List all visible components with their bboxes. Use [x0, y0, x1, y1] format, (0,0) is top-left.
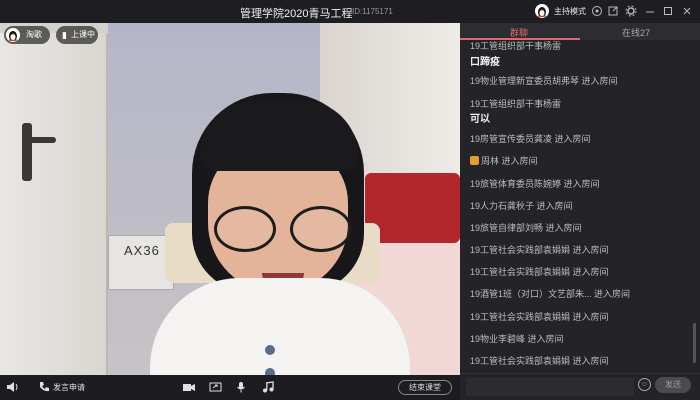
scene-door	[0, 33, 108, 375]
tab-online[interactable]: 在线27	[622, 26, 650, 39]
camera-icon[interactable]	[182, 381, 196, 396]
microphone-icon[interactable]	[236, 381, 246, 396]
chat-input-bar: ☺ 发送	[460, 373, 700, 400]
message-join: 19物业李碧峰 进入房间	[470, 334, 564, 344]
class-status-button[interactable]: ▮ 上课中	[56, 26, 98, 44]
gear-icon[interactable]	[625, 5, 637, 17]
message-join: 19工管社会实践部袁娟娟 进入房间	[470, 245, 609, 255]
fullscreen-icon[interactable]	[607, 5, 619, 17]
skin-icon[interactable]	[591, 5, 603, 17]
maximize-icon[interactable]	[662, 5, 674, 17]
control-bar: 发言申请 结束课堂	[0, 375, 460, 400]
video-feed[interactable]: AX36 淘歌 ▮ 上课中	[0, 23, 460, 375]
message-join: 19旅管自律部刘畅 进入房间	[470, 223, 582, 233]
shirt-button	[265, 345, 275, 355]
speak-request-button[interactable]: 发言申请	[53, 382, 85, 393]
message-join: 19工管社会实践部袁娟娟 进入房间	[470, 267, 609, 277]
message-join: 周林 进入房间	[470, 154, 538, 167]
router-label: AX36	[124, 243, 160, 258]
glasses-left-lens	[214, 206, 276, 252]
emoji-icon[interactable]: ☺	[638, 378, 651, 391]
screen-share-icon[interactable]	[209, 381, 222, 396]
message-join: 19物业管理新宣委员胡弗琴 进入房间	[470, 76, 618, 86]
chat-input[interactable]	[466, 378, 634, 396]
speaker-icon[interactable]	[6, 381, 19, 396]
close-icon[interactable]	[681, 5, 693, 17]
message-sender: 19工管组织部干事杨雷	[470, 41, 562, 51]
teacher-name: 淘歌	[26, 30, 42, 39]
music-icon[interactable]	[262, 381, 274, 396]
phone-icon[interactable]	[38, 381, 50, 396]
window-title: 管理学院2020青马工程	[240, 8, 353, 20]
message-list[interactable]: 19工管组织部干事杨雷 口蹄疫 19物业管理新宣委员胡弗琴 进入房间 19工管组…	[460, 40, 692, 375]
member-badge-icon	[470, 156, 479, 165]
chat-tabs: 群聊 在线27	[460, 23, 700, 40]
class-status-label: 上课中	[71, 30, 95, 39]
qq-penguin-icon[interactable]	[535, 4, 549, 18]
message-text: 周林 进入房间	[481, 156, 538, 166]
qq-penguin-icon	[6, 28, 20, 42]
message-content: 口蹄疫	[470, 57, 500, 68]
scene-door-handle	[22, 123, 32, 181]
message-join: 19旅管体育委员陈婉婷 进入房间	[470, 179, 600, 189]
message-join: 19酒管1班（对口）文艺部朱... 进入房间	[470, 289, 631, 299]
person-bangs	[200, 101, 358, 171]
teacher-badge[interactable]: 淘歌	[4, 26, 50, 44]
shirt-icon: ▮	[62, 30, 67, 40]
host-mode-label[interactable]: 主持模式	[554, 6, 586, 17]
message-join: 19人力石龚秋子 进入房间	[470, 201, 573, 211]
title-bar: 管理学院2020青马工程 ID:1175171 主持模式	[0, 0, 700, 23]
minimize-icon[interactable]	[644, 5, 656, 17]
chat-scrollbar[interactable]	[693, 323, 696, 363]
room-id: ID:1175171	[352, 7, 393, 16]
glasses-right-lens	[290, 206, 352, 252]
end-class-button[interactable]: 结束课堂	[398, 380, 452, 395]
message-content: 可以	[470, 114, 490, 125]
message-join: 19工管社会实践部袁娟娟 进入房间	[470, 312, 609, 322]
message-join: 19工管社会实践部袁娟娟 进入房间	[470, 356, 609, 366]
message-sender: 19工管组织部干事杨雷	[470, 99, 562, 109]
shirt-button	[265, 368, 275, 375]
scene-door-handle-bar	[22, 137, 56, 143]
send-button[interactable]: 发送	[655, 377, 691, 393]
chat-panel: 群聊 在线27 19工管组织部干事杨雷 口蹄疫 19物业管理新宣委员胡弗琴 进入…	[460, 23, 700, 400]
message-join: 19房管宣传委员龚凌 进入房间	[470, 134, 591, 144]
